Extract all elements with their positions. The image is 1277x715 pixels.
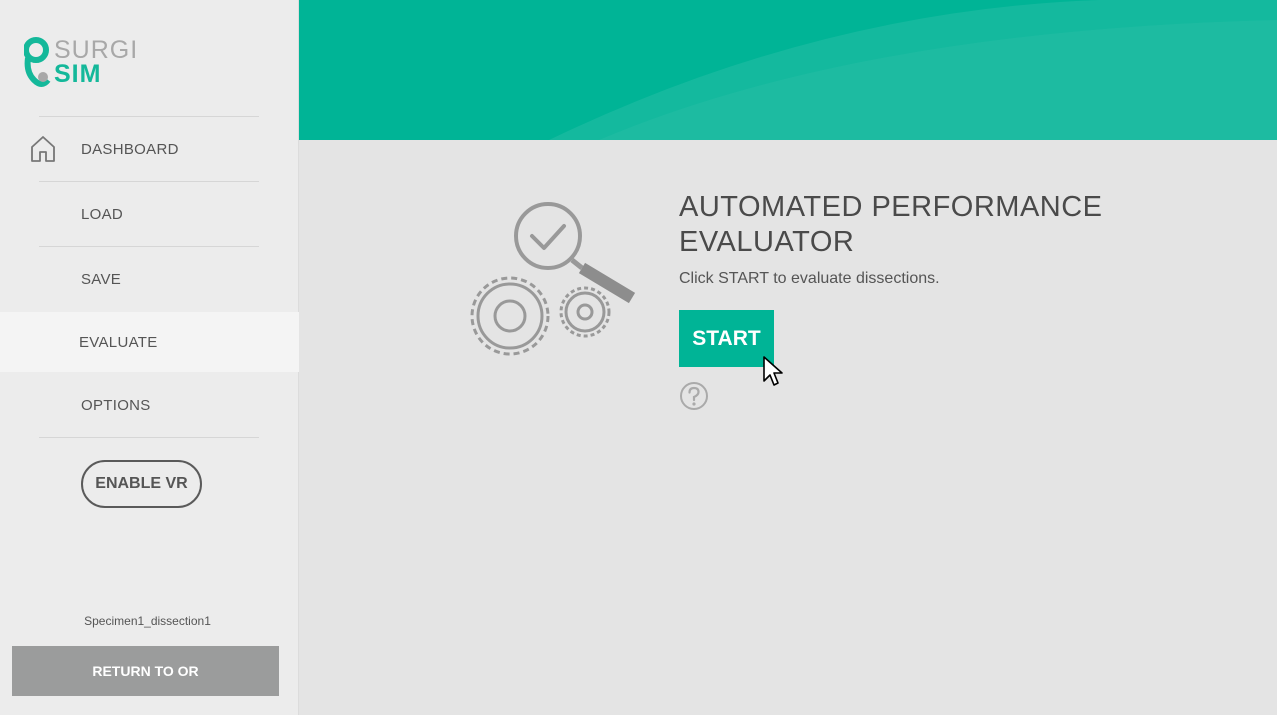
sidebar-item-label: OPTIONS bbox=[81, 396, 151, 414]
sidebar-item-evaluate[interactable]: EVALUATE bbox=[0, 312, 299, 372]
header-banner bbox=[299, 0, 1277, 140]
sidebar-item-label: DASHBOARD bbox=[81, 140, 179, 158]
home-icon bbox=[31, 136, 55, 162]
page-title: AUTOMATED PERFORMANCE EVALUATOR bbox=[679, 191, 1103, 258]
sidebar-item-label: LOAD bbox=[81, 205, 124, 223]
sidebar: SURGI SIM DASHBOARD LOAD SAVE EVALUATE O… bbox=[0, 0, 299, 715]
sidebar-item-save[interactable]: SAVE bbox=[0, 247, 299, 311]
sidebar-item-dashboard[interactable]: DASHBOARD bbox=[0, 117, 299, 181]
return-to-or-button[interactable]: RETURN TO OR bbox=[12, 646, 279, 696]
sidebar-item-options[interactable]: OPTIONS bbox=[0, 373, 299, 437]
specimen-name: Specimen1_dissection1 bbox=[84, 614, 211, 628]
enable-vr-button[interactable]: ENABLE VR bbox=[81, 460, 202, 508]
start-button[interactable]: START bbox=[679, 310, 774, 367]
nav-divider bbox=[39, 437, 259, 438]
question-circle-icon[interactable] bbox=[679, 381, 709, 411]
gears-magnifier-check-icon bbox=[470, 202, 636, 356]
sidebar-item-label: EVALUATE bbox=[79, 333, 158, 351]
surgisim-logo: SURGI SIM bbox=[24, 36, 144, 88]
logo-text-sim: SIM bbox=[54, 60, 102, 88]
page-description: Click START to evaluate dissections. bbox=[679, 270, 940, 287]
banner-wave bbox=[549, 0, 1277, 140]
logo-s-mark-icon bbox=[24, 37, 51, 87]
sidebar-item-label: SAVE bbox=[81, 270, 122, 288]
sidebar-item-load[interactable]: LOAD bbox=[0, 182, 299, 246]
